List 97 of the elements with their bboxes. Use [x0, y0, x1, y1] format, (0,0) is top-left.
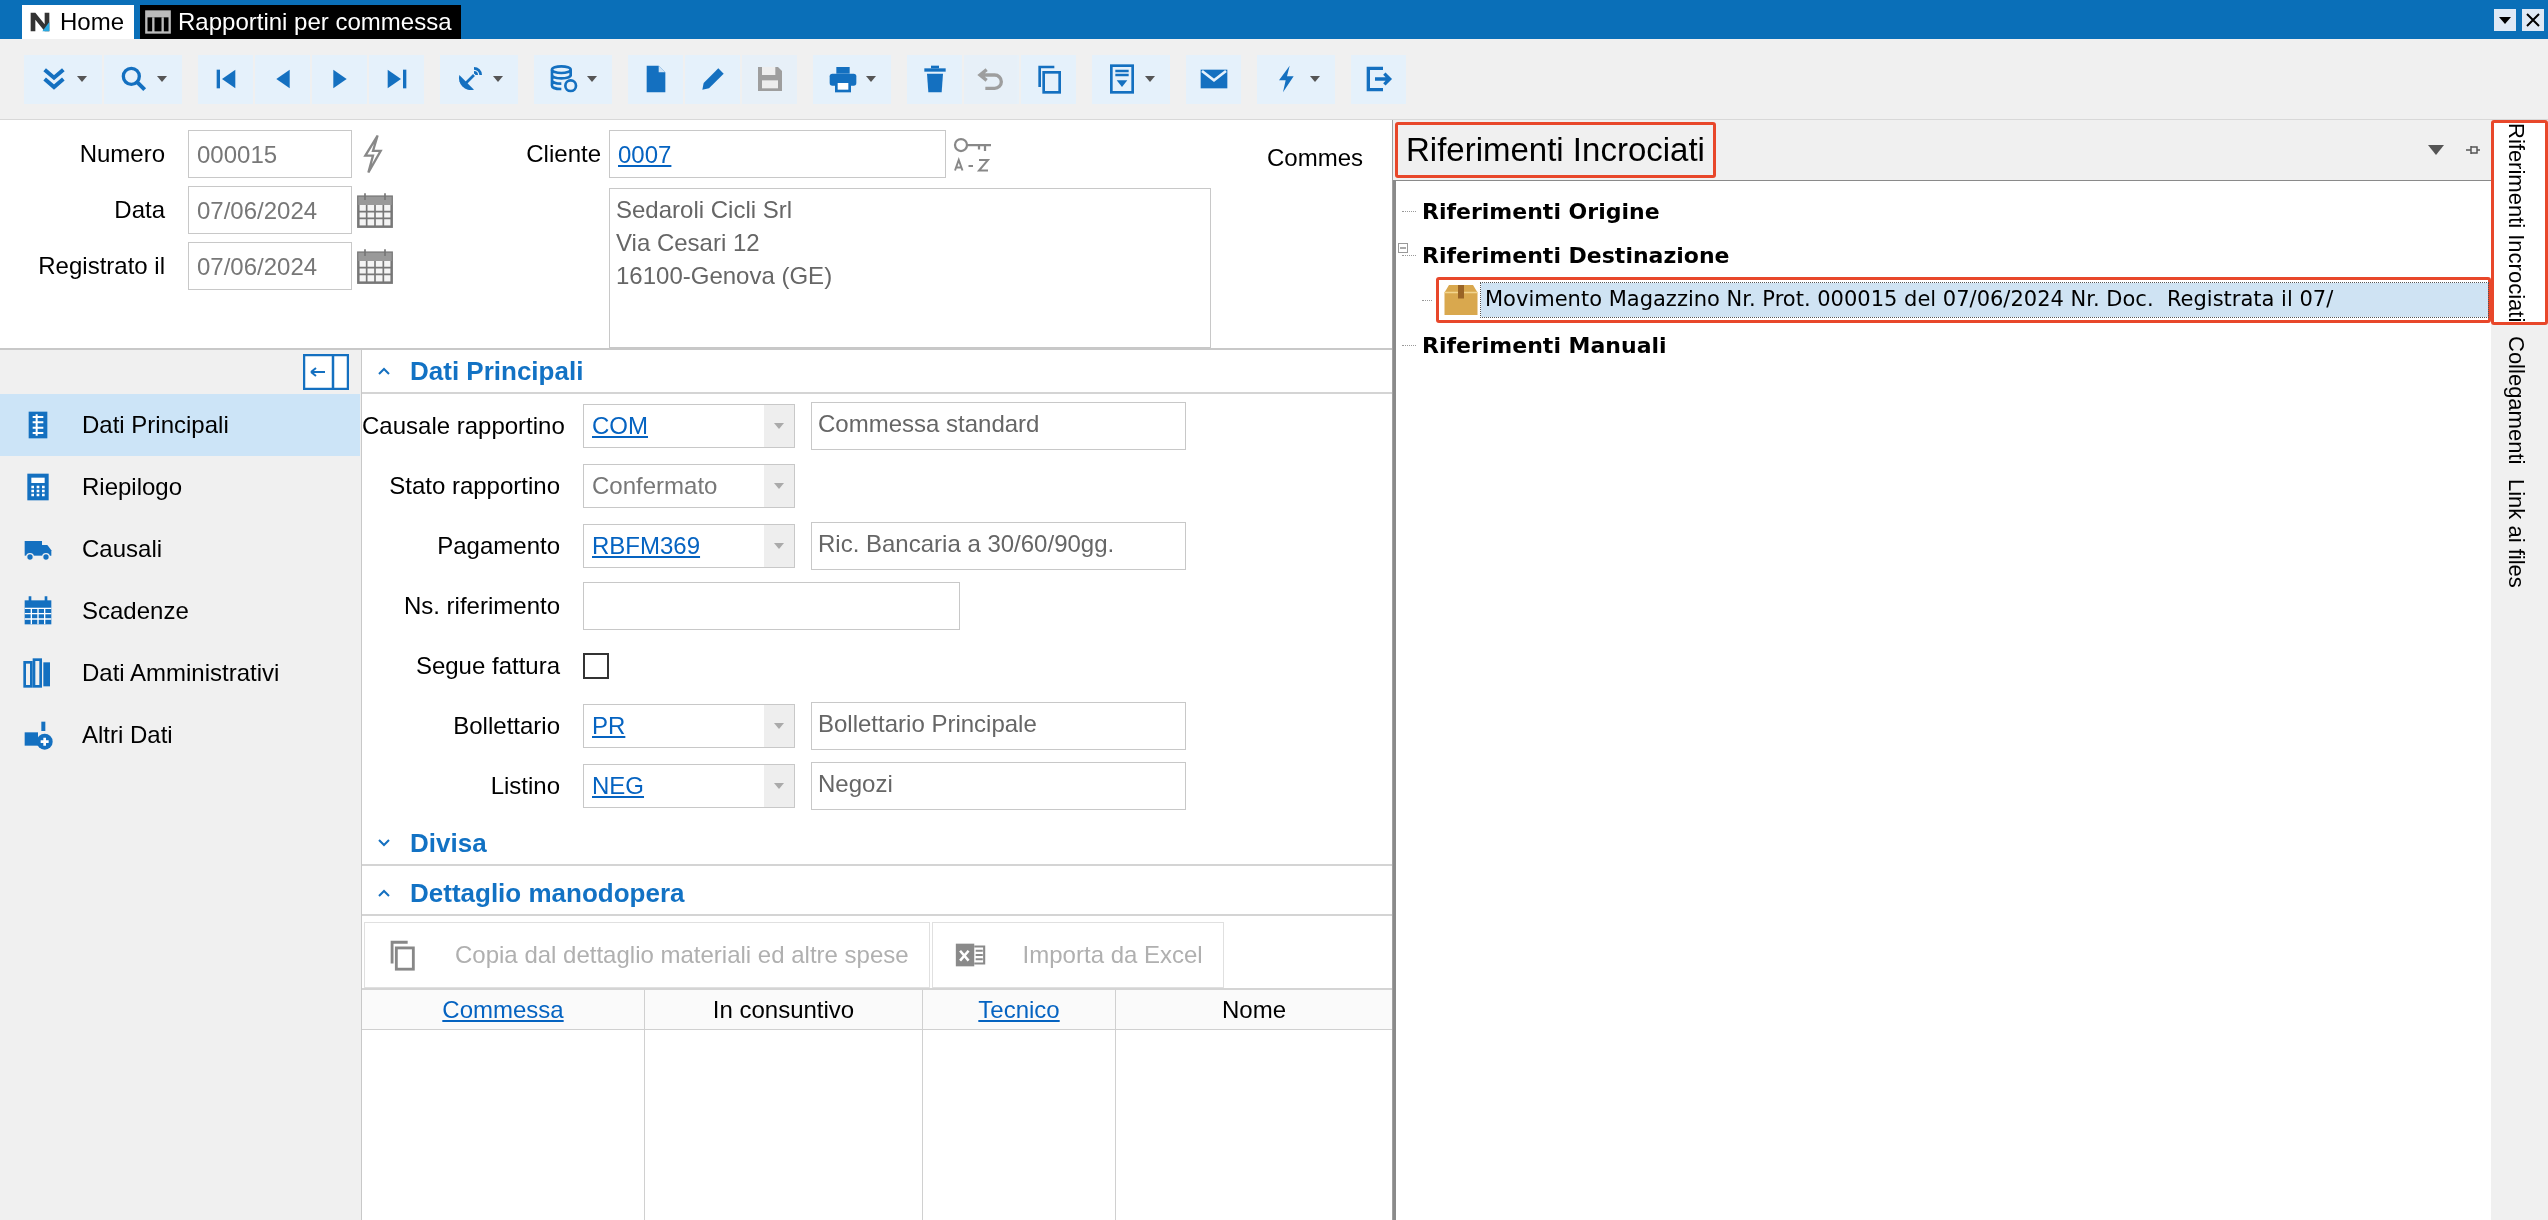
field-label: Stato rapportino [388, 471, 561, 501]
toolbar-button[interactable] [255, 54, 310, 104]
collapse-icon[interactable] [1398, 243, 1408, 253]
close-icon[interactable] [2522, 8, 2544, 31]
input-field[interactable] [583, 582, 960, 630]
caret-icon [492, 75, 504, 83]
toolbar-button[interactable] [1257, 54, 1335, 104]
database-icon [548, 63, 580, 95]
caret-icon [76, 75, 88, 83]
collapse-panel-icon[interactable] [303, 354, 349, 390]
nav-item[interactable]: Dati Principali [0, 394, 360, 456]
client-code-link[interactable]: 0007 [618, 141, 672, 168]
section-header[interactable]: Dati Principali [362, 350, 1392, 394]
description-field: Negozi [811, 762, 1186, 810]
dropdown-field[interactable]: NEG [583, 764, 795, 808]
column-header[interactable]: Tecnico [923, 990, 1115, 1030]
toolbar-button[interactable] [104, 54, 182, 104]
caret-icon [773, 422, 785, 430]
add-item-icon [22, 719, 54, 751]
window-tab[interactable]: Home [22, 5, 135, 39]
nav-item[interactable]: Dati Amministrativi [0, 642, 360, 704]
input-field[interactable]: 0007 [609, 130, 946, 178]
dropdown-icon[interactable] [2494, 8, 2516, 31]
dropdown-field[interactable]: Confermato [583, 464, 795, 508]
toolbar-button[interactable] [534, 54, 612, 104]
side-tab[interactable]: Riferimenti Incrociati [2491, 120, 2548, 326]
field-label: Pagamento [436, 531, 561, 561]
tree-node[interactable]: Riferimenti Manuali [1422, 328, 1667, 362]
dropdown-field[interactable]: PR [583, 704, 795, 748]
window-icon [144, 8, 173, 36]
description-field: Ric. Bancaria a 30/60/90gg. [811, 522, 1186, 570]
field-label: Segue fattura [414, 651, 561, 681]
caret-icon [773, 482, 785, 490]
toolbar-button[interactable] [628, 54, 683, 104]
caret-icon [1309, 75, 1321, 83]
field-label: Listino [489, 771, 561, 801]
toolbar-button[interactable] [1351, 54, 1406, 104]
description-field: Bollettario Principale [811, 702, 1186, 750]
toolbar-button[interactable] [24, 54, 102, 104]
caret-down-icon [376, 838, 392, 848]
toolbar-button[interactable] [685, 54, 740, 104]
description-field: Commessa standard [811, 402, 1186, 450]
tree-node[interactable]: Riferimenti Origine [1422, 194, 1660, 228]
section-header[interactable]: Dettaglio manodopera [362, 872, 1392, 916]
caret-icon [1144, 75, 1156, 83]
panel-title: Riferimenti Incrociati [1395, 122, 1716, 178]
window-tab[interactable]: Rapportini per commessa [140, 5, 462, 39]
column-header[interactable]: Nome [1116, 990, 1392, 1030]
column-header[interactable]: In consuntivo [645, 990, 922, 1030]
calendar-icon[interactable] [355, 246, 395, 286]
field-label: Commes [1267, 143, 1363, 173]
tree-node[interactable]: Riferimenti Destinazione [1422, 238, 1730, 272]
field-label: Ns. riferimento [402, 591, 561, 621]
toolbar-button[interactable] [1186, 54, 1241, 104]
nav-item[interactable]: Causali [0, 518, 360, 580]
field-label: Numero [78, 139, 166, 169]
caret-icon [773, 542, 785, 550]
dropdown-field[interactable]: RBFM369 [583, 524, 795, 568]
calendar-icon[interactable] [355, 190, 395, 230]
address-line: 16100-Genova (GE) [616, 261, 834, 291]
input-field[interactable]: 000015 [188, 130, 352, 178]
tree-item[interactable]: Movimento Magazzino Nr. Prot. 000015 del 07/06/2024 Nr. Doc. Registrata il 07/ [1481, 283, 2488, 317]
toolbar-button[interactable] [1021, 54, 1076, 104]
field-label: Registrato il [37, 251, 166, 281]
dropdown-field[interactable]: COM [583, 404, 795, 448]
caret-icon [865, 75, 877, 83]
caret-up-icon [376, 888, 392, 898]
checkbox[interactable] [583, 653, 609, 679]
caret-icon [156, 75, 168, 83]
toolbar-button[interactable] [907, 54, 962, 104]
toolbar-button[interactable] [440, 54, 518, 104]
nav-item[interactable]: Scadenze [0, 580, 360, 642]
lightning-icon[interactable] [362, 134, 384, 174]
caret-up-icon [376, 366, 392, 376]
input-field[interactable]: 07/06/2024 [188, 186, 352, 234]
toolbar-button[interactable] [198, 54, 253, 104]
address-line: Via Cesari 12 [616, 228, 761, 258]
dropdown-icon[interactable] [2427, 144, 2445, 156]
column-header[interactable]: Commessa [362, 990, 644, 1030]
toolbar-button[interactable] [369, 54, 424, 104]
toolbar-button[interactable] [1092, 54, 1170, 104]
field-label: Data [113, 195, 166, 225]
section-header[interactable]: Divisa [362, 822, 1392, 866]
box-icon [1443, 283, 1479, 317]
toolbar-button[interactable] [312, 54, 367, 104]
caret-icon [773, 722, 785, 730]
field-label: Causale rapportino [362, 411, 566, 441]
input-field[interactable]: 07/06/2024 [188, 242, 352, 290]
field-label: Cliente [525, 139, 602, 169]
field-label: Bollettario [452, 711, 561, 741]
caret-icon [586, 75, 598, 83]
address-line: Sedaroli Cicli Srl [616, 195, 794, 225]
calendar-icon [22, 595, 54, 627]
caret-icon [773, 782, 785, 790]
nav-item[interactable]: Riepilogo [0, 456, 360, 518]
toolbar-button[interactable] [813, 54, 891, 104]
nav-item[interactable]: Altri Dati [0, 704, 360, 766]
